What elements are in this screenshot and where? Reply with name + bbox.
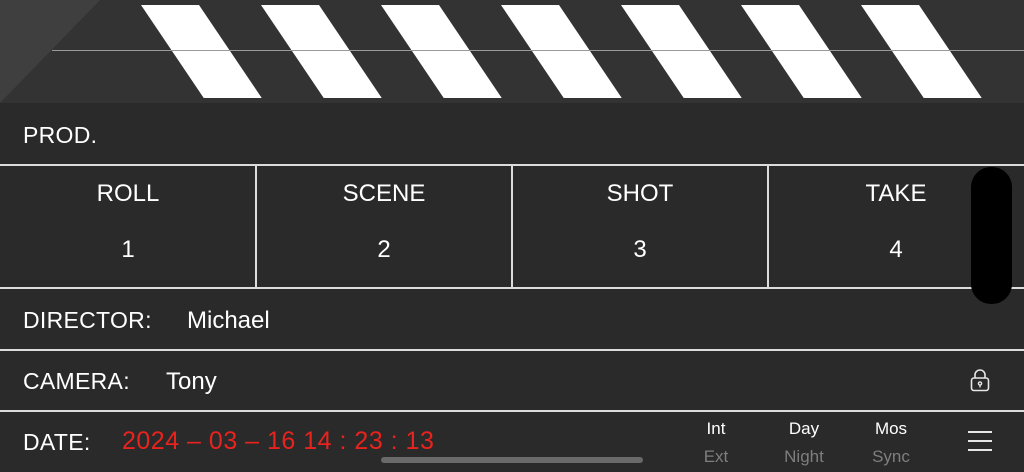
date-time-value[interactable]: 2024 – 03 – 16 14 : 23 : 13 xyxy=(122,427,434,456)
clapper-stripe xyxy=(261,5,382,98)
lock-icon[interactable] xyxy=(969,368,991,392)
toggle-int[interactable]: Int xyxy=(686,419,746,439)
home-indicator[interactable] xyxy=(381,457,643,463)
toggle-ext[interactable]: Ext xyxy=(686,447,746,467)
clapper-stick[interactable] xyxy=(0,0,1024,103)
clapper-divider xyxy=(52,50,1024,51)
shot-value[interactable]: 3 xyxy=(512,236,768,264)
scroll-handle[interactable] xyxy=(971,167,1012,304)
shot-cell[interactable]: SHOT 3 xyxy=(512,166,768,288)
clapper-stripe xyxy=(381,5,502,98)
prod-label[interactable]: PROD. xyxy=(23,122,97,149)
clapper-stripe xyxy=(861,5,982,98)
toggle-day[interactable]: Day xyxy=(774,419,834,439)
divider xyxy=(0,349,1024,351)
camera-label: CAMERA: xyxy=(23,368,130,394)
scene-value[interactable]: 2 xyxy=(256,236,512,264)
shot-title: SHOT xyxy=(606,180,674,207)
director-value[interactable]: Michael xyxy=(187,307,270,335)
roll-cell[interactable]: ROLL 1 xyxy=(0,166,256,288)
clapper-stripe xyxy=(501,5,622,98)
date-label: DATE: xyxy=(23,429,91,455)
camera-value[interactable]: Tony xyxy=(166,368,217,396)
clapper-stripe xyxy=(741,5,862,98)
divider xyxy=(0,287,1024,289)
scene-cell[interactable]: SCENE 2 xyxy=(256,166,512,288)
clapper-stripe xyxy=(621,5,742,98)
clapper-hinge xyxy=(0,0,100,103)
clapper-stripe xyxy=(141,5,262,98)
roll-title: ROLL xyxy=(96,180,160,207)
divider xyxy=(0,410,1024,412)
roll-value[interactable]: 1 xyxy=(0,236,256,264)
toggle-mos[interactable]: Mos xyxy=(861,419,921,439)
scene-title: SCENE xyxy=(342,180,426,207)
toggle-night[interactable]: Night xyxy=(774,447,834,467)
toggle-sync[interactable]: Sync xyxy=(861,447,921,467)
menu-icon[interactable] xyxy=(968,430,992,452)
director-label: DIRECTOR: xyxy=(23,307,152,333)
